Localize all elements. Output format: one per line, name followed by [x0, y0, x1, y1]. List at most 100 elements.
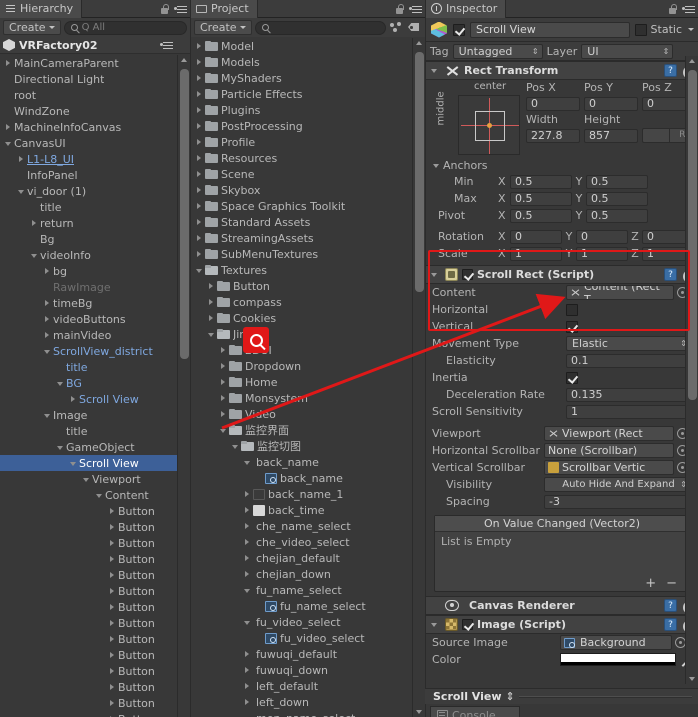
canvas-renderer-header[interactable]: Canvas Renderer ? — [426, 596, 698, 615]
expand-arrow-right-icon[interactable] — [107, 650, 118, 661]
hierarchy-item-videobuttons[interactable]: videoButtons — [0, 311, 177, 327]
expand-arrow-right-icon[interactable] — [3, 122, 14, 133]
expand-arrow-down-icon[interactable] — [194, 265, 205, 276]
expand-arrow-right-icon[interactable] — [242, 489, 253, 500]
project-item-submenutextures[interactable]: SubMenuTextures — [191, 246, 412, 262]
hierarchy-item-button[interactable]: Button — [0, 631, 177, 647]
project-item-compass[interactable]: compass — [191, 294, 412, 310]
hierarchy-item-button[interactable]: Button — [0, 535, 177, 551]
project-item-postprocessing[interactable]: PostProcessing — [191, 118, 412, 134]
expand-arrow-right-icon[interactable] — [107, 602, 118, 613]
expand-arrow-down-icon[interactable] — [29, 250, 40, 261]
help-icon[interactable]: ? — [664, 618, 677, 631]
vertical-checkbox[interactable] — [566, 320, 578, 333]
project-item-2dui[interactable]: 2DUI — [191, 342, 412, 358]
project-search-input[interactable] — [254, 20, 386, 35]
scene-root-row[interactable]: VRFactory02 — [0, 37, 190, 54]
hierarchy-item-canvasui[interactable]: CanvasUI — [0, 135, 177, 151]
width-input[interactable]: 227.8 — [526, 128, 580, 143]
hierarchy-item-button[interactable]: Button — [0, 567, 177, 583]
expand-arrow-right-icon[interactable] — [42, 314, 53, 325]
project-item-fu_video_select[interactable]: fu_video_select — [191, 630, 412, 646]
help-icon[interactable]: ? — [664, 64, 677, 77]
hierarchy-item-timebg[interactable]: timeBg — [0, 295, 177, 311]
hierarchy-item-scrollview-district[interactable]: ScrollView_district — [0, 343, 177, 359]
anchor-min-y-input[interactable]: 0.5 — [586, 174, 648, 189]
hierarchy-item-image[interactable]: Image — [0, 407, 177, 423]
project-item-fuwuqi_down[interactable]: fuwuqi_down — [191, 662, 412, 678]
expand-arrow-down-icon[interactable] — [242, 457, 253, 468]
project-item-chejian_down[interactable]: chejian_down — [191, 566, 412, 582]
hierarchy-item-root[interactable]: root — [0, 87, 177, 103]
color-swatch[interactable] — [560, 653, 676, 666]
anchor-min-x-input[interactable]: 0.5 — [510, 174, 572, 189]
project-item-dropdown[interactable]: Dropdown — [191, 358, 412, 374]
expand-arrow-down-icon[interactable] — [55, 442, 66, 453]
scale-x-input[interactable]: 1 — [510, 246, 562, 261]
project-item-back_name[interactable]: back_name — [191, 470, 412, 486]
static-dropdown-icon[interactable] — [688, 28, 694, 31]
expand-arrow-right-icon[interactable] — [107, 554, 118, 565]
rotation-x-input[interactable]: 0 — [510, 229, 562, 244]
project-item-left_down[interactable]: left_down — [191, 694, 412, 710]
expand-arrow-right-icon[interactable] — [107, 698, 118, 709]
inspector-scroll-thumb[interactable] — [688, 70, 697, 400]
hierarchy-item-l1-l8-ui[interactable]: L1-L8_UI — [0, 151, 177, 167]
expand-arrow-right-icon[interactable] — [194, 105, 205, 116]
rect-transform-header[interactable]: Rect Transform ? — [426, 61, 698, 80]
hierarchy-item-maincameraparent[interactable]: MainCameraParent — [0, 55, 177, 71]
pos-x-input[interactable]: 0 — [526, 96, 580, 111]
visibility-dropdown[interactable]: Auto Hide And Expand ⇕ — [544, 477, 691, 492]
hierarchy-item-button[interactable]: Button — [0, 599, 177, 615]
expand-arrow-right-icon[interactable] — [107, 618, 118, 629]
hierarchy-item-gameobject[interactable]: GameObject — [0, 439, 177, 455]
anchors-foldout-icon[interactable] — [432, 160, 443, 171]
project-menu-icon[interactable] — [409, 4, 422, 14]
expand-arrow-down-icon[interactable] — [55, 378, 66, 389]
scroll-rect-header[interactable]: Scroll Rect (Script) ? — [426, 265, 698, 284]
hierarchy-item-button[interactable]: Button — [0, 615, 177, 631]
expand-arrow-down-icon[interactable] — [242, 585, 253, 596]
horizontal-scrollbar-field[interactable]: None (Scrollbar) — [544, 443, 674, 458]
project-item-fuwuqi_default[interactable]: fuwuqi_default — [191, 646, 412, 662]
project-item-skybox[interactable]: Skybox — [191, 182, 412, 198]
object-active-checkbox[interactable] — [453, 23, 465, 36]
expand-arrow-down-icon[interactable] — [42, 410, 53, 421]
hierarchy-item-machineinfocanvas[interactable]: MachineInfoCanvas — [0, 119, 177, 135]
project-item-home[interactable]: Home — [191, 374, 412, 390]
filter-by-type-icon[interactable] — [389, 21, 404, 34]
expand-arrow-right-icon[interactable] — [206, 313, 217, 324]
image-component-header[interactable]: Image (Script) ? — [426, 615, 698, 634]
hierarchy-scroll-thumb[interactable] — [180, 69, 189, 359]
expand-arrow-right-icon[interactable] — [107, 538, 118, 549]
project-item-myshaders[interactable]: MyShaders — [191, 70, 412, 86]
hierarchy-item-windzone[interactable]: WindZone — [0, 103, 177, 119]
expand-arrow-right-icon[interactable] — [242, 553, 253, 564]
expand-arrow-down-icon[interactable] — [230, 441, 241, 452]
project-item-back_name[interactable]: back_name — [191, 454, 412, 470]
project-item-back_time[interactable]: back_time — [191, 502, 412, 518]
scroll-up-arrow-icon[interactable] — [416, 41, 422, 45]
scroll-rect-foldout-icon[interactable] — [430, 269, 441, 280]
expand-arrow-down-icon[interactable] — [206, 329, 217, 340]
expand-arrow-right-icon[interactable] — [206, 297, 217, 308]
expand-arrow-down-icon[interactable] — [81, 474, 92, 485]
pivot-x-input[interactable]: 0.5 — [510, 208, 572, 223]
expand-arrow-right-icon[interactable] — [42, 266, 53, 277]
tab-hierarchy[interactable]: Hierarchy — [0, 0, 83, 18]
source-image-field[interactable]: Background — [560, 635, 672, 650]
anchor-max-y-input[interactable]: 0.5 — [586, 191, 648, 206]
project-item-chejian_default[interactable]: chejian_default — [191, 550, 412, 566]
expand-arrow-right-icon[interactable] — [68, 394, 79, 405]
hierarchy-item-button[interactable]: Button — [0, 583, 177, 599]
help-icon[interactable]: ? — [664, 268, 677, 281]
rotation-y-input[interactable]: 0 — [576, 229, 628, 244]
expand-arrow-right-icon[interactable] — [107, 682, 118, 693]
expand-arrow-right-icon[interactable] — [194, 137, 205, 148]
tab-inspector[interactable]: Inspector — [426, 0, 507, 18]
project-item-resources[interactable]: Resources — [191, 150, 412, 166]
expand-arrow-right-icon[interactable] — [107, 634, 118, 645]
hierarchy-item-title[interactable]: title — [0, 423, 177, 439]
project-item-back_name_1[interactable]: back_name_1 — [191, 486, 412, 502]
expand-arrow-right-icon[interactable] — [242, 569, 253, 580]
